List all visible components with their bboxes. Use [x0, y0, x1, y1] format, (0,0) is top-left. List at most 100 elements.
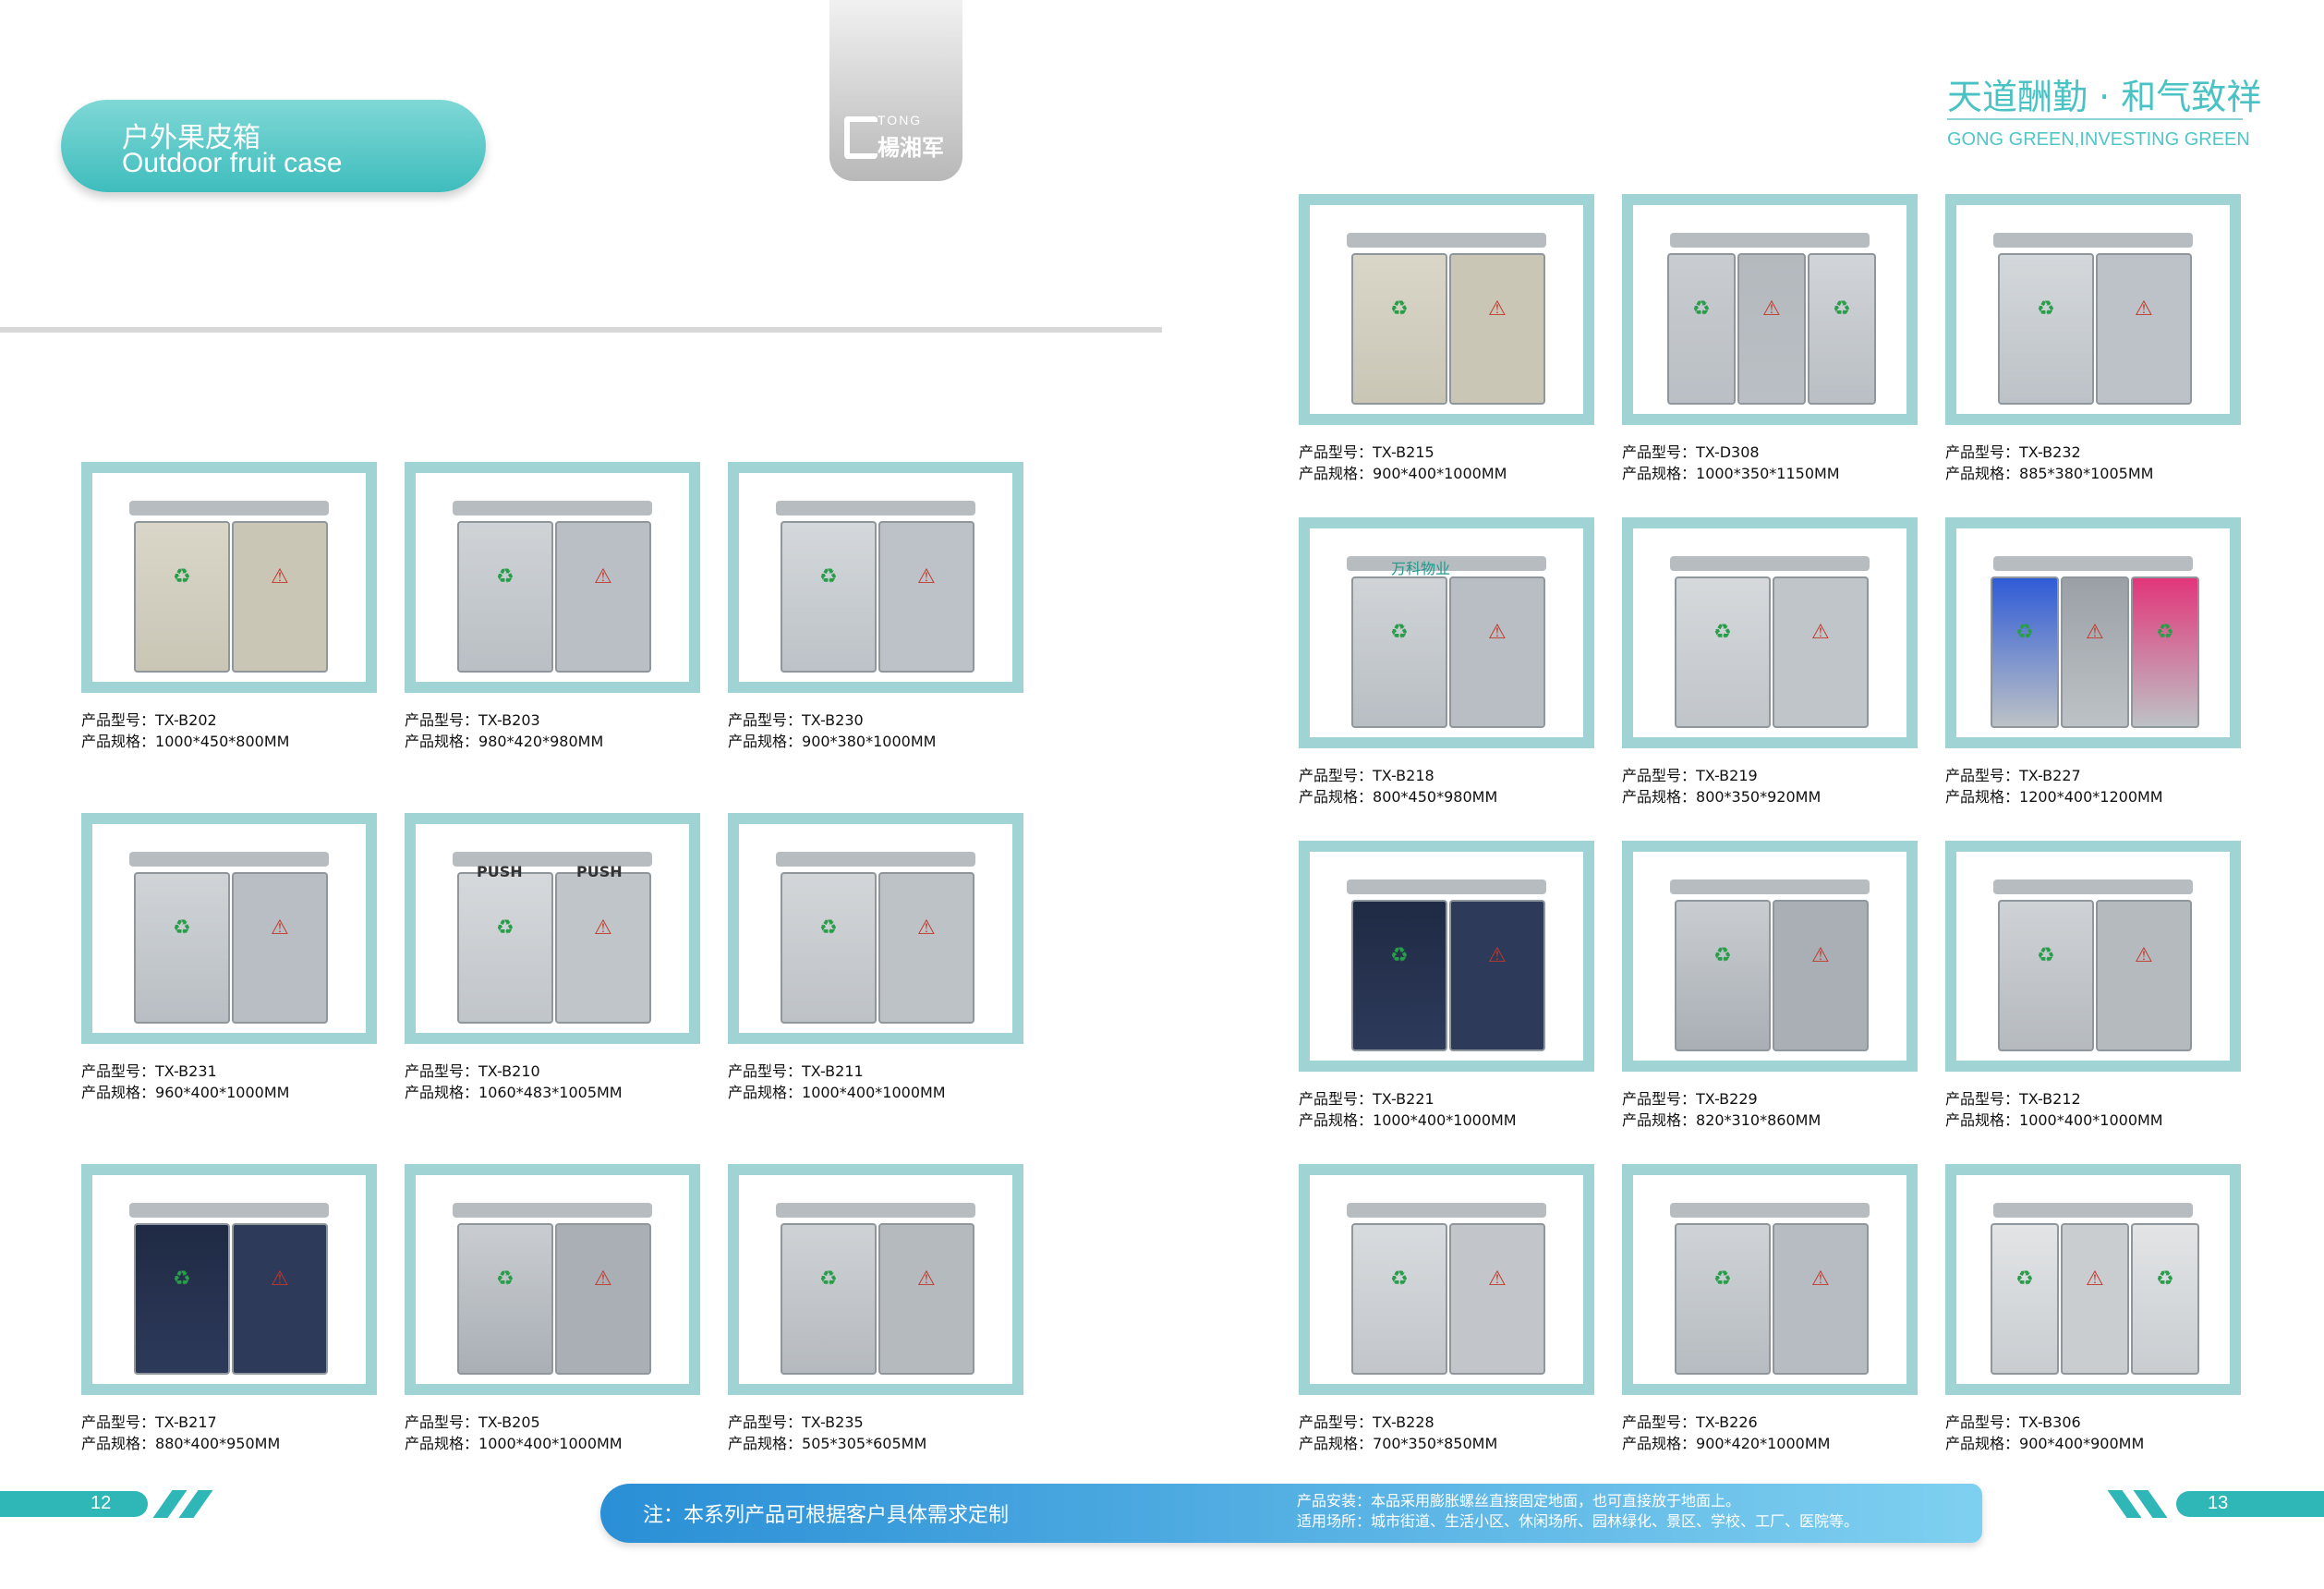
- spec-value: 900*400*900MM: [2019, 1435, 2145, 1452]
- bin-lid: [1993, 1203, 2193, 1218]
- product-photo: ♻ ⚠ ♻: [1956, 1175, 2230, 1384]
- model-value: TX-B219: [1696, 767, 1758, 784]
- warning-icon: ⚠: [917, 565, 936, 588]
- slogan-en: GONG GREEN,INVESTING GREEN: [1947, 129, 2250, 150]
- product-caption: 产品型号：TX-D308 产品规格：1000*350*1150MM: [1622, 442, 1840, 484]
- model-value: TX-B228: [1373, 1413, 1434, 1431]
- product-caption: 产品型号：TX-B211 产品规格：1000*400*1000MM: [728, 1061, 946, 1103]
- model-label: 产品型号：: [1299, 1090, 1374, 1108]
- product-model-line: 产品型号：TX-B231: [81, 1061, 289, 1082]
- model-value: TX-B202: [155, 711, 217, 729]
- product-spec-line: 产品规格：820*310*860MM: [1622, 1110, 1821, 1131]
- spec-label: 产品规格：: [1299, 1435, 1374, 1452]
- model-value: TX-B211: [802, 1062, 864, 1080]
- page-number-bar-left: [0, 1491, 148, 1517]
- recycle-icon: ♻: [2037, 297, 2055, 321]
- product-caption: 产品型号：TX-B306 产品规格：900*400*900MM: [1945, 1412, 2144, 1454]
- spec-label: 产品规格：: [1622, 788, 1697, 806]
- install-and-usage-note: 产品安装：本品采用膨胀螺丝直接固定地面，也可直接放于地面上。 适用场所：城市街道…: [1297, 1491, 1858, 1532]
- product-model-line: 产品型号：TX-B221: [1299, 1088, 1517, 1110]
- bin-compartment: ♻: [781, 521, 877, 673]
- bin-compartment: ⚠: [1773, 1223, 1869, 1375]
- bin-lid: [129, 1203, 329, 1218]
- product-card: ♻ ⚠: [405, 813, 700, 1044]
- product-caption: 产品型号：TX-B210 产品规格：1060*483*1005MM: [405, 1061, 623, 1103]
- spec-value: 885*380*1005MM: [2019, 465, 2154, 482]
- product-spec-line: 产品规格：1200*400*1200MM: [1945, 786, 2163, 807]
- spec-value: 900*400*1000MM: [1373, 465, 1507, 482]
- bin-lid: [129, 852, 329, 867]
- bin-compartment: ⚠: [878, 1223, 974, 1375]
- brand-logo-icon: [844, 116, 878, 159]
- product-caption: 产品型号：TX-B218 产品规格：800*450*980MM: [1299, 765, 1497, 807]
- bin-compartment: ♻: [1351, 253, 1447, 405]
- warning-icon: ⚠: [917, 1268, 936, 1291]
- product-spec-line: 产品规格：1000*400*1000MM: [1299, 1110, 1517, 1131]
- model-value: TX-B226: [1696, 1413, 1758, 1431]
- recycle-icon: ♻: [1692, 297, 1711, 321]
- recycle-icon: ♻: [819, 916, 838, 940]
- model-label: 产品型号：: [1622, 767, 1697, 784]
- recycle-icon: ♻: [2156, 1268, 2174, 1291]
- spec-value: 1060*483*1005MM: [478, 1084, 623, 1101]
- product-caption: 产品型号：TX-B227 产品规格：1200*400*1200MM: [1945, 765, 2163, 807]
- bin-compartment: ⚠: [878, 521, 974, 673]
- product-card: ♻ ⚠: [81, 813, 377, 1044]
- product-spec-line: 产品规格：880*400*950MM: [81, 1433, 280, 1454]
- product-card: ♻ ⚠: [1299, 841, 1594, 1072]
- bin-compartment: ⚠: [232, 521, 328, 673]
- bin-compartment: ⚠: [2061, 1223, 2129, 1375]
- spec-value: 980*420*980MM: [478, 733, 604, 750]
- product-spec-line: 产品规格：1000*400*1000MM: [728, 1082, 946, 1103]
- bin-compartment: ⚠: [2096, 253, 2192, 405]
- product-photo: ♻ ⚠: [416, 1175, 689, 1384]
- model-value: TX-B205: [478, 1413, 540, 1431]
- bin-compartment: ♻: [1991, 1223, 2059, 1375]
- product-card: ♻ ⚠ ♻: [1945, 517, 2241, 748]
- bin-compartment: ♻: [2131, 576, 2199, 728]
- product-photo: ♻ ⚠: [92, 473, 366, 682]
- product-model-line: 产品型号：TX-B210: [405, 1061, 623, 1082]
- product-model-line: 产品型号：TX-B212: [1945, 1088, 2163, 1110]
- page-number-left: 12: [91, 1493, 112, 1513]
- bin-lid: [1993, 879, 2193, 894]
- product-spec-line: 产品规格：885*380*1005MM: [1945, 463, 2153, 484]
- recycle-icon: ♻: [1390, 297, 1409, 321]
- product-photo: ♻ ⚠: [1310, 1175, 1583, 1384]
- product-card: ♻ ⚠: [1622, 1164, 1918, 1395]
- product-photo: ♻ ⚠ ♻: [1956, 528, 2230, 737]
- bin-compartment: ♻: [1675, 900, 1771, 1051]
- model-value: TX-B235: [802, 1413, 864, 1431]
- spec-value: 900*420*1000MM: [1696, 1435, 1831, 1452]
- spec-value: 1000*400*1000MM: [2019, 1111, 2163, 1129]
- recycle-icon: ♻: [496, 1268, 514, 1291]
- warning-icon: ⚠: [594, 1268, 612, 1291]
- product-model-line: 产品型号：TX-B230: [728, 710, 936, 731]
- bin-compartment: ⚠: [1449, 576, 1545, 728]
- bin-compartment: ♻: [457, 872, 553, 1024]
- model-label: 产品型号：: [405, 1413, 479, 1431]
- product-card: ♻ ⚠: [1945, 194, 2241, 425]
- bin-compartment: ♻: [781, 872, 877, 1024]
- product-photo: ♻ ⚠: [1310, 205, 1583, 414]
- recycle-icon: ♻: [173, 916, 191, 940]
- product-model-line: 产品型号：TX-B229: [1622, 1088, 1821, 1110]
- recycle-icon: ♻: [1713, 1268, 1732, 1291]
- bin-compartment: ⚠: [2061, 576, 2129, 728]
- product-spec-line: 产品规格：1000*450*800MM: [81, 731, 289, 752]
- spec-label: 产品规格：: [728, 733, 803, 750]
- bin-compartment: ♻: [1675, 576, 1771, 728]
- bin-compartment: ♻: [457, 521, 553, 673]
- model-label: 产品型号：: [1945, 443, 2020, 461]
- product-spec-line: 产品规格：980*420*980MM: [405, 731, 603, 752]
- recycle-icon: ♻: [2037, 944, 2055, 967]
- model-value: TX-D308: [1696, 443, 1760, 461]
- product-caption: 产品型号：TX-B215 产品规格：900*400*1000MM: [1299, 442, 1507, 484]
- spec-label: 产品规格：: [1622, 465, 1697, 482]
- product-caption: 产品型号：TX-B229 产品规格：820*310*860MM: [1622, 1088, 1821, 1131]
- warning-icon: ⚠: [1811, 944, 1830, 967]
- spec-value: 1000*350*1150MM: [1696, 465, 1840, 482]
- brand-logo-name: 楊湘军: [878, 135, 944, 161]
- recycle-icon: ♻: [496, 916, 514, 940]
- model-value: TX-B210: [478, 1062, 540, 1080]
